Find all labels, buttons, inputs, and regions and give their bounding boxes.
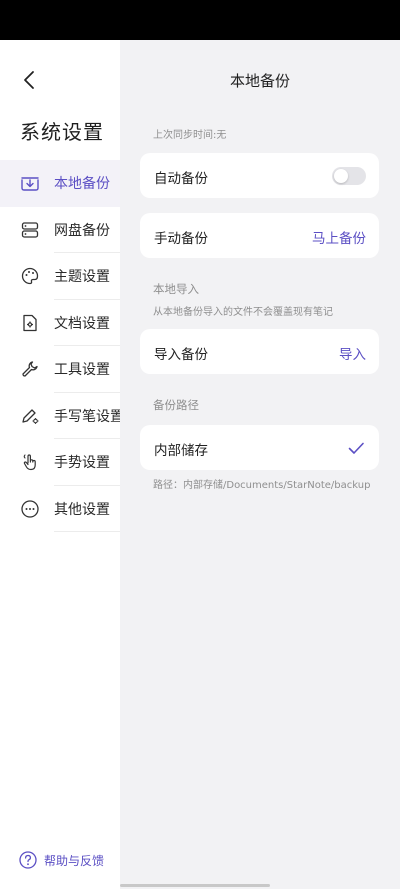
- divider: [54, 531, 120, 532]
- page-title: 本地备份: [229, 72, 290, 90]
- help-feedback-link[interactable]: 帮助与反馈: [18, 850, 104, 870]
- local-import-note: 从本地备份导入的文件不会覆盖现有笔记: [153, 307, 333, 318]
- sidebar-item-label: 本地备份: [54, 176, 110, 193]
- auto-backup-label: 自动备份: [154, 171, 208, 187]
- more-icon: [20, 499, 40, 519]
- document-settings-icon: [20, 313, 40, 333]
- checkmark-icon: [346, 438, 366, 458]
- sidebar-item-label: 其他设置: [54, 501, 110, 518]
- help-feedback-label: 帮助与反馈: [44, 853, 105, 868]
- manual-backup-row: 手动备份 马上备份: [140, 213, 379, 258]
- toggle-knob: [334, 169, 348, 183]
- stylus-icon: [20, 406, 40, 426]
- auto-backup-row: 自动备份: [140, 153, 379, 198]
- sidebar-nav: 本地备份 网盘备份 主题设置 文档设置 工具设置 手写笔设置 手势设置 其他设置: [0, 160, 124, 532]
- help-icon: [18, 850, 38, 870]
- last-sync-time: 上次同步时间:无: [153, 130, 227, 141]
- storage-option-row[interactable]: 内部储存: [140, 425, 379, 470]
- sidebar-item-other[interactable]: 其他设置: [0, 486, 120, 532]
- sidebar-item-gesture[interactable]: 手势设置: [0, 439, 120, 486]
- local-import-section-title: 本地导入: [153, 282, 199, 296]
- sidebar-title: 系统设置: [20, 120, 104, 144]
- cloud-drive-icon: [20, 220, 40, 240]
- local-backup-icon: [20, 173, 40, 193]
- import-button[interactable]: 导入: [339, 343, 366, 363]
- home-indicator: [120, 884, 270, 887]
- backup-now-button[interactable]: 马上备份: [312, 227, 366, 247]
- sidebar-item-label: 手势设置: [54, 455, 110, 472]
- back-icon[interactable]: [18, 68, 42, 92]
- wrench-icon: [20, 359, 40, 379]
- internal-storage-label: 内部储存: [154, 443, 208, 459]
- sidebar: 系统设置 本地备份 网盘备份 主题设置 文档设置 工具设置 手写笔设置 手势设置…: [0, 40, 124, 889]
- manual-backup-label: 手动备份: [154, 231, 208, 247]
- palette-icon: [20, 266, 40, 286]
- import-backup-row: 导入备份 导入: [140, 329, 379, 374]
- backup-path-text: 路径：内部存储/Documents/StarNote/backup: [153, 480, 371, 491]
- sidebar-item-cloud-backup[interactable]: 网盘备份: [0, 207, 120, 253]
- sidebar-item-local-backup[interactable]: 本地备份: [0, 160, 120, 207]
- gesture-icon: [20, 452, 40, 472]
- sidebar-item-label: 手写笔设置: [54, 408, 124, 425]
- sidebar-item-document[interactable]: 文档设置: [0, 300, 120, 346]
- sidebar-item-label: 工具设置: [54, 362, 110, 379]
- sidebar-item-tools[interactable]: 工具设置: [0, 346, 120, 393]
- import-backup-label: 导入备份: [154, 347, 208, 363]
- backup-path-section-title: 备份路径: [153, 398, 199, 412]
- status-bar: [0, 0, 400, 40]
- sidebar-item-stylus[interactable]: 手写笔设置: [0, 393, 124, 439]
- sidebar-item-label: 网盘备份: [54, 222, 110, 239]
- sidebar-item-label: 文档设置: [54, 315, 110, 332]
- auto-backup-toggle[interactable]: [332, 167, 366, 185]
- sidebar-item-theme[interactable]: 主题设置: [0, 253, 120, 300]
- sidebar-item-label: 主题设置: [54, 269, 110, 286]
- main-panel: 本地备份 上次同步时间:无 自动备份 手动备份 马上备份 本地导入 从本地备份导…: [120, 40, 400, 889]
